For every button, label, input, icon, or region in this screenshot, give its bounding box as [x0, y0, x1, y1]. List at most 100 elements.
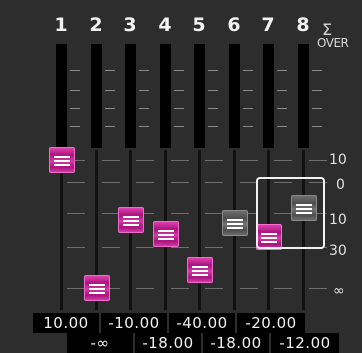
fader-scale-line — [205, 213, 223, 214]
meter-scale-tick — [139, 70, 149, 71]
meter-scale-tick — [174, 90, 184, 91]
meter-scale-tick — [243, 108, 253, 109]
fader-knob-grip-line — [192, 266, 208, 268]
channel-number: 3 — [123, 14, 137, 36]
meter-scale-tick — [70, 126, 80, 127]
meter-scale-tick — [139, 108, 149, 109]
fader-track[interactable] — [60, 150, 63, 310]
fader-scale-line — [136, 182, 154, 183]
fader-knob-grip-line — [54, 164, 70, 166]
level-meter — [125, 44, 136, 148]
channel-number: 5 — [192, 14, 206, 36]
scale-label-minus10: 10 — [329, 212, 347, 228]
fader-knob-grip-line — [192, 274, 208, 276]
value-display: -18.00 — [203, 333, 269, 353]
fader-scale-line — [205, 160, 223, 161]
fader-knob-grip-line — [89, 284, 105, 286]
level-meter — [160, 44, 171, 148]
fader-scale-line — [67, 288, 85, 289]
meter-scale-tick — [174, 70, 184, 71]
fader-scale-line — [136, 160, 154, 161]
fader-knob-grip-line — [158, 234, 174, 236]
fader-knob-grip-line — [89, 292, 105, 294]
level-meter — [263, 44, 274, 148]
channel-number: 2 — [89, 14, 103, 36]
fader-knob-grip-line — [123, 220, 139, 222]
fader-scale-line — [102, 182, 120, 183]
fader-scale-line — [67, 182, 85, 183]
meter-scale-tick — [208, 108, 218, 109]
fader-knob-grip-line — [227, 219, 243, 221]
fader-knob-grip-line — [158, 238, 174, 240]
fader-knob[interactable] — [153, 221, 179, 247]
fader-knob-grip-line — [54, 160, 70, 162]
meter-scale-tick — [139, 126, 149, 127]
fader-scale-line — [205, 247, 223, 248]
fader-scale-line — [171, 182, 189, 183]
fader-scale-line — [171, 213, 189, 214]
fader-knob-grip-line — [158, 230, 174, 232]
fader-scale-line — [171, 247, 189, 248]
fader-knob-grip-line — [227, 223, 243, 225]
channel-selection-box — [256, 177, 325, 249]
meter-scale-tick — [105, 126, 115, 127]
meter-scale-tick — [105, 108, 115, 109]
level-meter — [194, 44, 205, 148]
meter-scale-tick — [70, 90, 80, 91]
fader-scale-line — [67, 247, 85, 248]
fader-scale-line — [274, 288, 292, 289]
fader-knob-grip-line — [192, 270, 208, 272]
scale-label-10: 10 — [329, 152, 347, 168]
fader-knob-grip-line — [123, 216, 139, 218]
fader-knob-grip-line — [227, 227, 243, 229]
fader-knob[interactable] — [222, 210, 248, 236]
value-display: -20.00 — [237, 313, 305, 333]
fader-scale-line — [205, 288, 223, 289]
meter-scale-tick — [139, 90, 149, 91]
meter-scale-tick — [70, 108, 80, 109]
scale-label-minus30: 30 — [329, 243, 347, 259]
fader-knob[interactable] — [118, 207, 144, 233]
fader-scale-line — [309, 288, 327, 289]
meter-scale-tick — [312, 108, 322, 109]
channel-number: 1 — [54, 14, 68, 36]
meter-scale-tick — [312, 70, 322, 71]
fader-scale-line — [274, 160, 292, 161]
level-meter — [298, 44, 309, 148]
fader-knob-grip-line — [89, 288, 105, 290]
meter-scale-tick — [277, 70, 287, 71]
fader-knob[interactable] — [49, 147, 75, 173]
fader-scale-line — [240, 160, 258, 161]
meter-scale-tick — [208, 70, 218, 71]
fader-knob[interactable] — [84, 275, 110, 301]
meter-scale-tick — [208, 126, 218, 127]
level-meter — [56, 44, 67, 148]
value-display: -40.00 — [169, 313, 235, 333]
meter-scale-tick — [312, 90, 322, 91]
meter-scale-tick — [277, 90, 287, 91]
meter-scale-tick — [243, 70, 253, 71]
fader-scale-line — [102, 160, 120, 161]
meter-scale-tick — [174, 126, 184, 127]
value-display: -18.00 — [135, 333, 201, 353]
channel-number: 4 — [158, 14, 172, 36]
fader-scale-line — [205, 182, 223, 183]
fader-knob[interactable] — [187, 257, 213, 283]
meter-scale-tick — [70, 70, 80, 71]
channel-number: 6 — [227, 14, 241, 36]
fader-scale-line — [171, 160, 189, 161]
value-display: -10.00 — [101, 313, 167, 333]
fader-scale-line — [136, 247, 154, 248]
scale-label-0: 0 — [336, 177, 345, 193]
fader-knob-grip-line — [123, 224, 139, 226]
fader-track[interactable] — [198, 150, 201, 310]
meter-scale-tick — [105, 70, 115, 71]
scale-label-infinity: ∞ — [333, 283, 345, 299]
meter-scale-tick — [277, 126, 287, 127]
level-meter — [229, 44, 240, 148]
meter-scale-tick — [312, 126, 322, 127]
meter-scale-tick — [243, 126, 253, 127]
meter-scale-tick — [208, 90, 218, 91]
over-label: OVER — [317, 36, 349, 50]
value-display: 10.00 — [33, 313, 99, 333]
